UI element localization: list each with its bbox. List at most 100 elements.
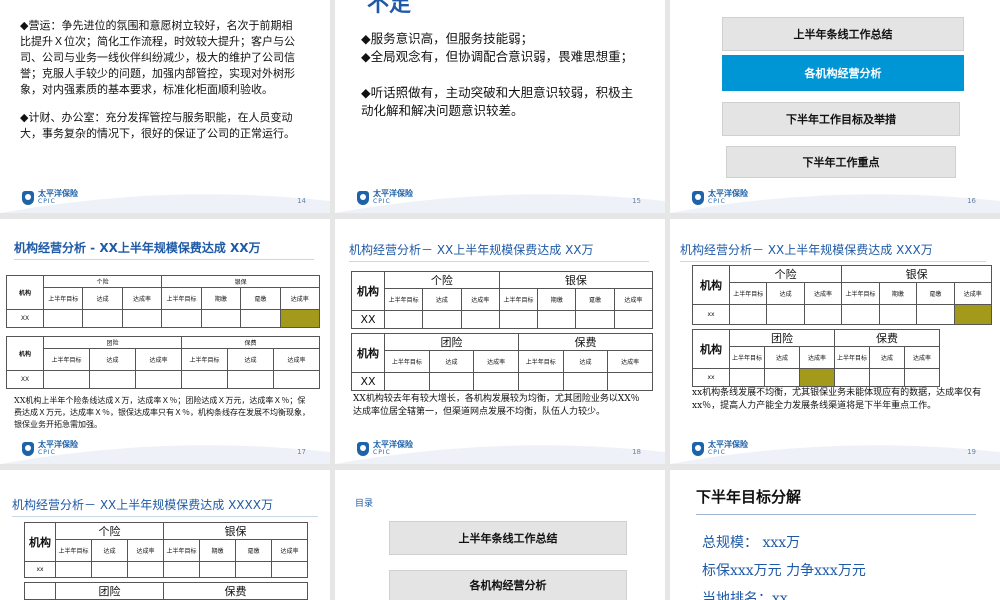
col-org-header: 机构 [6, 336, 44, 371]
brand-sub: CPIC [373, 449, 391, 456]
slide-16[interactable]: 上半年条线工作总结 各机构经营分析 下半年工作目标及举措 下半年工作重点 太平洋… [670, 0, 1000, 213]
table-personal-bank: 机构 个险 银保 上半年目标 达成 达成率 上半年目标 期缴 趸缴 达成率 XX [6, 275, 321, 328]
col-org-header: 机构 [351, 271, 385, 311]
col-org-header: 机构 [6, 275, 44, 310]
slide-15-p3: ◆听话照做有，主动突破和大胆意识较弱，积极主动化解和解决问题意识较差。 [361, 85, 634, 118]
cpic-logo-icon [692, 190, 704, 205]
col-h: 达成率 [273, 348, 320, 371]
row-label: XX [6, 370, 44, 389]
slide-14[interactable]: ◆营运：争先进位的氛围和意愿树立较好，名次于前期相比提升Ｘ位次；简化工作流程，时… [0, 0, 330, 213]
col-h: 上半年目标 [55, 539, 92, 562]
table-group-premium: 机构 团险 保费 上半年目标 达成 达成率 上半年目标 达成 达成率 xx [692, 329, 940, 387]
slide-18-title: 机构经营分析－ XX上半年规模保费达成 XX万 [349, 243, 594, 257]
col-h: 上半年目标 [498, 288, 539, 311]
goal-total: 总规模： xxx万 [702, 535, 801, 551]
row-label: XX [351, 310, 385, 329]
slide-14-p2: ◆计财、办公室：充分发挥管控与服务职能，在人员变动大，事务复杂的情况下，很好的保… [20, 111, 295, 140]
col-org-header: 机构 [692, 329, 730, 369]
col-h: 上半年目标 [384, 350, 430, 373]
page-number: 19 [967, 448, 976, 456]
col-h: 达成 [766, 282, 805, 305]
slide-17-title: 机构经营分析 - XX上半年规模保费达成 XX万 [14, 241, 261, 255]
cpic-logo: 太平洋保险 CPIC [357, 190, 413, 205]
menu-item-org-analysis[interactable]: 各机构经营分析 [389, 570, 627, 600]
brand-sub: CPIC [38, 198, 56, 205]
goal-standard: 标保xxx万元 力争xxx万元 [702, 563, 866, 579]
brand-sub: CPIC [38, 449, 56, 456]
cpic-logo: 太平洋保险 CPIC [692, 441, 748, 456]
menu-item-goals[interactable]: 下半年工作目标及举措 [722, 102, 960, 136]
col-h: 达成率 [473, 350, 519, 373]
col-h: 达成率 [953, 282, 993, 305]
hdr-personal: 个险 [728, 265, 843, 283]
col-org-header: 机构 [351, 333, 385, 373]
slide-22[interactable]: 下半年目标分解 总规模： xxx万 标保xxx万元 力争xxx万元 当地排名：x… [670, 470, 1000, 600]
slide-21[interactable]: 目录 上半年条线工作总结 各机构经营分析 [335, 470, 665, 600]
hdr-premium: 保费 [163, 582, 308, 600]
table-group-premium: 团险 保费 [24, 582, 308, 600]
col-h: 期缴 [537, 288, 577, 311]
col-h: 期缴 [878, 282, 918, 305]
slide-18[interactable]: 机构经营分析－ XX上半年规模保费达成 XX万 机构 个险 银保 上半年目标 达… [335, 219, 665, 464]
brand-name: 太平洋保险 [373, 189, 413, 198]
cpic-logo-icon [692, 441, 704, 456]
brand-name: 太平洋保险 [373, 440, 413, 449]
slide-17[interactable]: 机构经营分析 - XX上半年规模保费达成 XX万 机构 个险 银保 上半年目标 … [0, 219, 330, 464]
hdr-group: 团险 [43, 336, 182, 349]
cpic-logo-icon [357, 441, 369, 456]
menu-item-summary[interactable]: 上半年条线工作总结 [389, 521, 627, 555]
col-h: 达成率 [799, 346, 835, 369]
hdr-premium: 保费 [181, 336, 320, 349]
toc-label: 目录 [355, 499, 374, 509]
brand-name: 太平洋保险 [38, 189, 78, 198]
menu-item-summary[interactable]: 上半年条线工作总结 [722, 17, 964, 51]
slide-15-p2: ◆全局观念有，但协调配合意识弱，畏难思想重； [361, 49, 634, 64]
col-org-header: 机构 [24, 522, 56, 562]
hdr-personal: 个险 [384, 271, 500, 289]
hdr-group: 团险 [729, 329, 835, 347]
col-h: 达成率 [127, 539, 164, 562]
col-h: 趸缴 [575, 288, 615, 311]
cpic-logo: 太平洋保险 CPIC [22, 441, 78, 456]
col-h: 趸缴 [916, 282, 955, 305]
col-h: 上半年目标 [729, 346, 765, 369]
slide-22-title: 下半年目标分解 [696, 488, 802, 506]
table-personal-bank: 机构 个险 银保 上半年目标 达成 达成率 上半年目标 期缴 趸缴 达成率 XX [351, 271, 654, 329]
col-h: 达成 [82, 287, 123, 310]
row-label: XX [351, 372, 385, 391]
slide-20[interactable]: 机构经营分析－ XX上半年规模保费达成 XXXX万 机构 个险 银保 上半年目标… [0, 470, 330, 600]
highlight-cell [953, 304, 993, 325]
col-h: 达成 [89, 348, 136, 371]
col-h: 达成率 [607, 350, 653, 373]
col-org-header: 机构 [692, 265, 730, 305]
goal-rank: 当地排名：xx [702, 591, 788, 600]
page-number: 15 [632, 197, 641, 205]
col-h: 达成 [428, 350, 475, 373]
hdr-bank: 银保 [841, 265, 992, 283]
col-h: 达成率 [279, 287, 321, 310]
menu-item-org-analysis[interactable]: 各机构经营分析 [722, 55, 964, 91]
slide-18-note: XX机构较去年有较大增长，各机构发展较为均衡，尤其团险业务以XX％达成率位居全辖… [353, 394, 640, 417]
slide-19-note: xx机构条线发展不均衡，尤其银保业务未能体现应有的数据，达成率仅有xx％，提高人… [692, 388, 982, 411]
highlight-cell [799, 368, 835, 387]
col-h: 上半年目标 [181, 348, 228, 371]
brand-name: 太平洋保险 [708, 440, 748, 449]
slide-15[interactable]: 不足 ◆服务意识高，但服务技能弱； ◆全局观念有，但协调配合意识弱，畏难思想重；… [335, 0, 665, 213]
cpic-logo: 太平洋保险 CPIC [357, 441, 413, 456]
table-personal-bank: 机构 个险 银保 上半年目标 达成 达成率 上半年目标 期缴 趸缴 达成率 xx [24, 522, 308, 578]
col-h: 上半年目标 [42, 287, 84, 310]
row-label: XX [6, 309, 44, 328]
col-h: 上半年目标 [163, 539, 200, 562]
table-group-premium: 机构 团险 保费 上半年目标 达成 达成率 上半年目标 达成 达成率 XX [351, 333, 654, 391]
col-h: 达成 [764, 346, 800, 369]
brand-sub: CPIC [373, 198, 391, 205]
col-h: 上半年目标 [728, 282, 768, 305]
menu-item-key-work[interactable]: 下半年工作重点 [726, 146, 956, 178]
slide-15-p1: ◆服务意识高，但服务技能弱； [361, 31, 534, 46]
highlight-cell [279, 309, 321, 328]
hdr-group: 团险 [55, 582, 164, 600]
slide-19[interactable]: 机构经营分析－ XX上半年规模保费达成 XXX万 机构 个险 银保 上半年目标 … [670, 219, 1000, 464]
col-h: 达成率 [121, 287, 163, 310]
brand-sub: CPIC [708, 198, 726, 205]
hdr-group: 团险 [384, 333, 519, 351]
